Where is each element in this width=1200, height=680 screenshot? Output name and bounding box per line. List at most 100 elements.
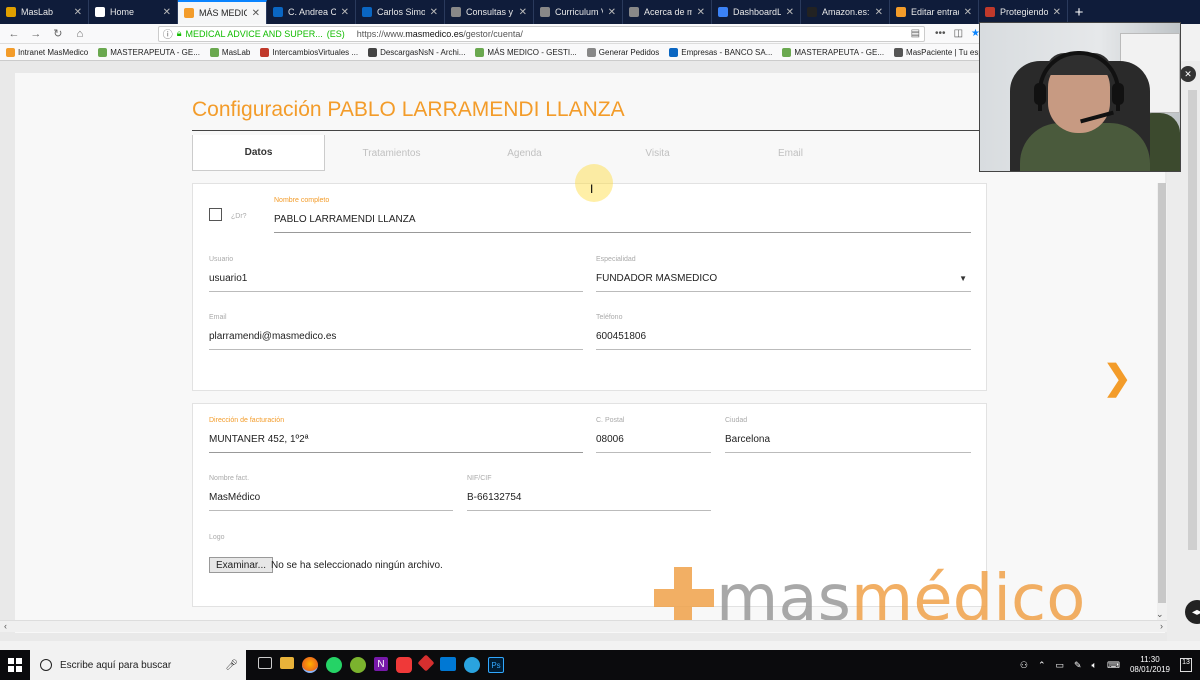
bookmark-item[interactable]: DescargasNsN - Archi... <box>368 47 465 57</box>
task-view-icon[interactable] <box>258 657 272 669</box>
clock[interactable]: 11:30 08/01/2019 <box>1130 655 1170 675</box>
chevron-right-icon[interactable]: ❯ <box>1103 358 1132 398</box>
ciudad-field[interactable]: Ciudad Barcelona <box>725 417 971 457</box>
network-icon[interactable]: ▭ <box>1055 660 1064 671</box>
tab-close-icon[interactable]: ✕ <box>786 7 794 18</box>
reload-icon[interactable]: ↻ <box>50 27 66 40</box>
nombre-fact-field[interactable]: Nombre fact. MasMédico <box>209 475 453 515</box>
page-actions-icon[interactable]: ••• <box>935 28 946 39</box>
tab-close-icon[interactable]: ✕ <box>964 7 972 18</box>
pocket-icon[interactable]: ◫ <box>954 28 963 39</box>
people-icon[interactable]: ⚇ <box>1020 660 1028 671</box>
tab-close-icon[interactable]: ✕ <box>519 7 527 18</box>
bookmark-item[interactable]: MASTERAPEUTA - GE... <box>782 47 884 57</box>
tab-tratamientos[interactable]: Tratamientos <box>325 135 458 171</box>
file-explorer-icon[interactable] <box>280 657 294 669</box>
telegram-icon[interactable] <box>464 657 480 673</box>
photoshop-icon[interactable]: Ps <box>488 657 504 673</box>
direccion-field[interactable]: Dirección de facturación MUNTANER 452, 1… <box>209 417 583 457</box>
page-scrollbar[interactable] <box>1157 183 1167 623</box>
tab-email[interactable]: Email <box>724 135 857 171</box>
bookmark-item[interactable]: MasLab <box>209 47 250 57</box>
email-field[interactable]: Email plarramendi@masmedico.es <box>209 314 583 354</box>
tab-datos[interactable]: Datos <box>192 135 325 171</box>
new-tab-button[interactable]: + <box>1068 0 1090 24</box>
direccion-value: MUNTANER 452, 1º2ª <box>209 434 309 445</box>
onenote-icon[interactable]: N <box>374 657 388 671</box>
telefono-field[interactable]: Teléfono 600451806 <box>596 314 971 354</box>
vivaldi-icon[interactable] <box>396 657 412 673</box>
pen-icon[interactable]: ✎ <box>1074 660 1082 671</box>
volume-icon[interactable]: 🔈︎ <box>1092 660 1097 671</box>
browser-tab[interactable]: Consultas y Pe ✕ <box>445 0 534 24</box>
browser-tab[interactable]: MÁS MEDICO - ✕ <box>178 0 267 24</box>
browser-tab[interactable]: MasLab ✕ <box>0 0 89 24</box>
tab-close-icon[interactable]: ✕ <box>875 7 883 18</box>
info-icon[interactable]: ⓘ <box>163 26 173 41</box>
scroll-right-icon[interactable]: › <box>1160 621 1163 631</box>
bookmark-item[interactable]: Empresas - BANCO SA... <box>669 47 773 57</box>
close-icon[interactable]: ✕ <box>1180 66 1196 82</box>
browser-tab[interactable]: C. Andrea CAR ✕ <box>267 0 356 24</box>
notifications-icon[interactable]: 13 <box>1180 658 1192 672</box>
url-bar[interactable]: ⓘ 🔒︎ MEDICAL ADVICE AND SUPER... (ES) ht… <box>157 25 926 42</box>
browser-tab[interactable]: Editar entrada ✕ <box>890 0 979 24</box>
microphone-icon[interactable]: 🎤︎ <box>225 660 238 671</box>
bookmark-item[interactable]: IntercambiosVirtuales ... <box>260 47 358 57</box>
tab-visita[interactable]: Visita <box>591 135 724 171</box>
scroll-down-icon[interactable]: ⌄ <box>1156 609 1164 620</box>
outlook-icon[interactable] <box>440 657 456 671</box>
tab-agenda[interactable]: Agenda <box>458 135 591 171</box>
bookmark-item[interactable]: Intranet MasMedico <box>6 47 88 57</box>
bookmark-item[interactable]: MÁS MEDICO - GESTI... <box>475 47 577 57</box>
chevron-up-icon[interactable]: ⌃ <box>1038 660 1046 671</box>
nombre-completo-field[interactable]: Nombre completo PABLO LARRAMENDI LLANZA <box>274 197 971 237</box>
scroll-left-icon[interactable]: ‹ <box>4 621 7 631</box>
bookmark-item[interactable]: MASTERAPEUTA - GE... <box>98 47 200 57</box>
browser-tab[interactable]: DashboardLTE ✕ <box>712 0 801 24</box>
especialidad-select[interactable]: Especialidad FUNDADOR MASMEDICO ▼ <box>596 256 971 296</box>
url-text[interactable]: https://www.masmedico.es/gestor/cuenta/ <box>357 29 907 39</box>
tab-close-icon[interactable]: ✕ <box>74 7 82 18</box>
tab-close-icon[interactable]: ✕ <box>430 7 438 18</box>
tab-close-icon[interactable]: ✕ <box>341 7 349 18</box>
tab-close-icon[interactable]: ✕ <box>697 7 705 18</box>
whatsapp-icon[interactable] <box>326 657 342 673</box>
usuario-field[interactable]: Usuario usuario1 <box>209 256 583 296</box>
browser-tab[interactable]: Amazon.es: ad ✕ <box>801 0 890 24</box>
browser-tab[interactable]: Protegiendo al ✕ <box>979 0 1068 24</box>
browser-tab[interactable]: Home ✕ <box>89 0 178 24</box>
browser-tab-label: Acerca de mí - <box>644 7 692 17</box>
browser-tab[interactable]: Curriculum Vit ✕ <box>534 0 623 24</box>
telefono-value: 600451806 <box>596 331 647 342</box>
nif-field[interactable]: NIF/CIF B-66132754 <box>467 475 711 515</box>
reader-view-icon[interactable]: ▤ <box>911 28 920 39</box>
browser-tab[interactable]: Acerca de mí - ✕ <box>623 0 712 24</box>
horizontal-scrollbar[interactable]: ‹ › <box>0 620 1167 632</box>
tab-close-icon[interactable]: ✕ <box>608 7 616 18</box>
text-cursor-icon: I <box>590 182 594 196</box>
taskbar-search[interactable]: Escribe aquí para buscar 🎤︎ <box>30 650 246 680</box>
home-icon[interactable]: ⌂ <box>72 28 88 40</box>
bookmark-item[interactable]: MasPaciente | Tu espa... <box>894 47 980 57</box>
side-scrollbar[interactable] <box>1188 90 1197 550</box>
wechat-icon[interactable] <box>350 657 366 673</box>
caret-down-icon[interactable]: ▼ <box>959 274 967 283</box>
browse-file-button[interactable]: Examinar... <box>209 557 274 573</box>
codigo-postal-field[interactable]: C. Postal 08006 <box>596 417 711 457</box>
firefox-icon[interactable] <box>302 657 318 673</box>
scroll-thumb[interactable] <box>1158 183 1166 603</box>
tab-close-icon[interactable]: ✕ <box>252 8 260 19</box>
windows-start-icon[interactable] <box>0 650 30 680</box>
forward-icon[interactable]: → <box>28 28 44 40</box>
bookmark-item[interactable]: Generar Pedidos <box>586 47 659 57</box>
tab-close-icon[interactable]: ✕ <box>1053 7 1061 18</box>
tab-close-icon[interactable]: ✕ <box>163 7 171 18</box>
app-red-icon[interactable] <box>417 654 435 672</box>
bookmark-label: Empresas - BANCO SA... <box>681 47 773 57</box>
back-icon[interactable]: ← <box>6 28 22 40</box>
browser-tab[interactable]: Carlos Simonet ✕ <box>356 0 445 24</box>
dr-checkbox[interactable] <box>209 208 222 221</box>
bookmark-favicon-icon <box>98 47 108 57</box>
keyboard-icon[interactable]: ⌨ <box>1107 660 1120 671</box>
